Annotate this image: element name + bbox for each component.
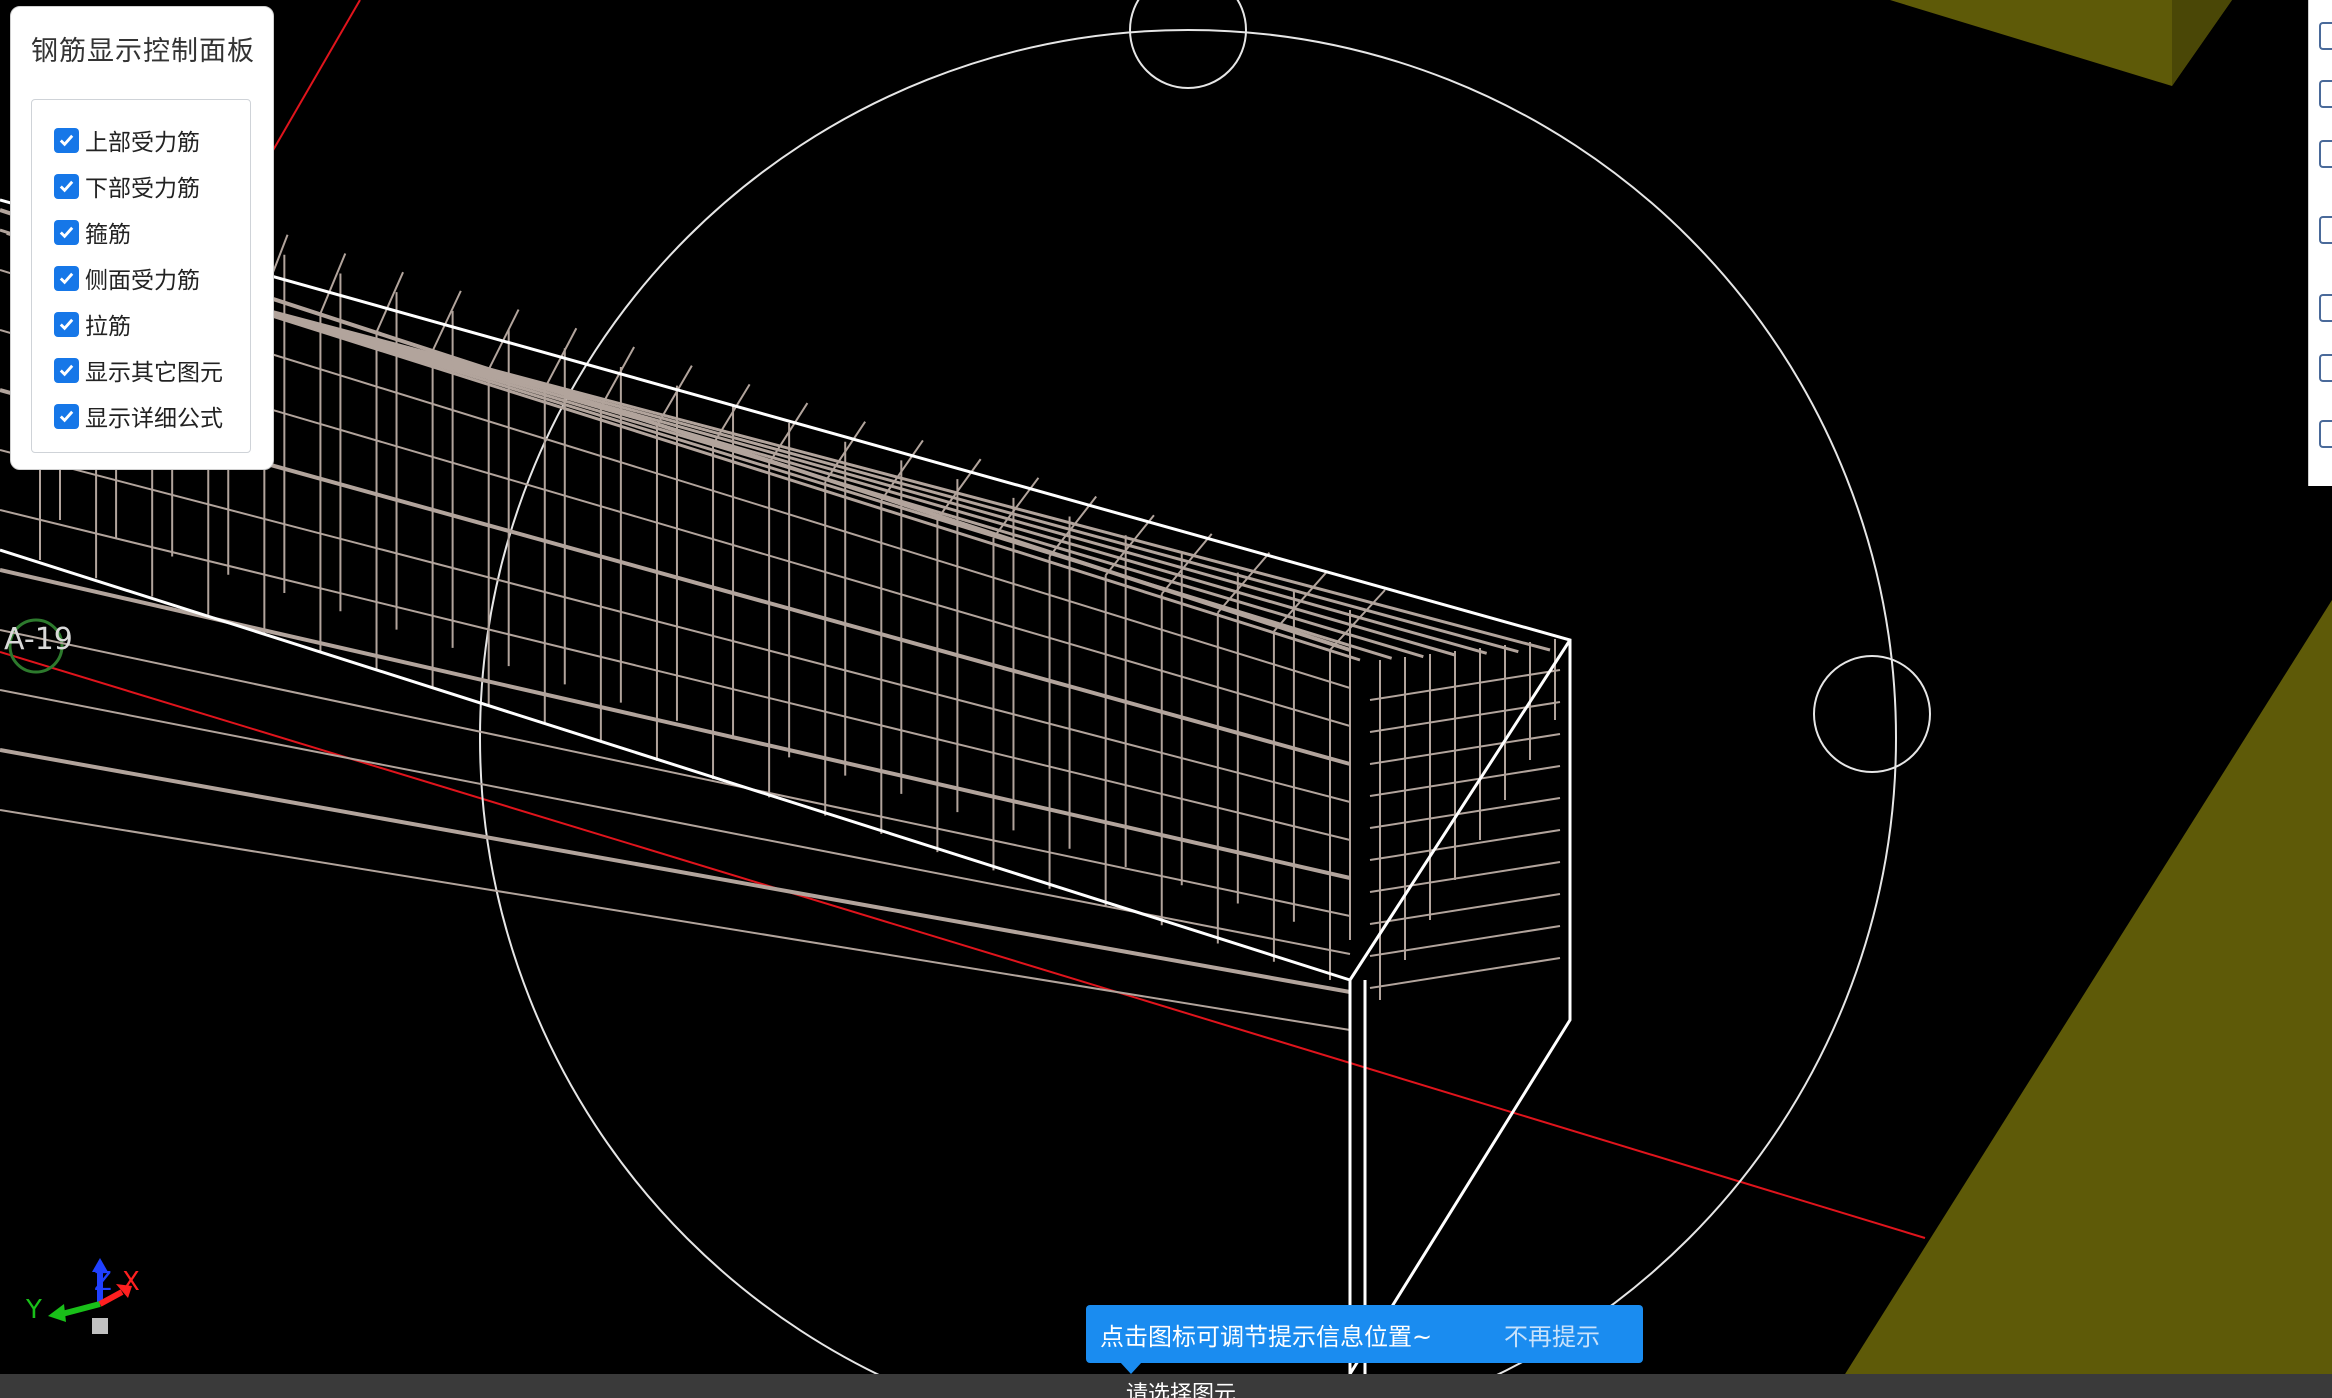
axis-x-label: X: [122, 1267, 140, 1297]
checkbox-checked-icon[interactable]: [54, 357, 79, 383]
panel-title: 钢筋显示控制面板: [31, 36, 255, 67]
column-circle-large: [479, 29, 1897, 1398]
checkbox-show-detailed-formula[interactable]: 显示详细公式: [54, 396, 223, 436]
view-tool-icon[interactable]: [2319, 80, 2332, 108]
checkbox-stirrup[interactable]: 箍筋: [54, 212, 131, 252]
checkbox-checked-icon[interactable]: [54, 173, 79, 199]
hint-tooltip[interactable]: 点击图标可调节提示信息位置~ 不再提示: [1086, 1305, 1643, 1374]
view-tool-icon[interactable]: [2319, 140, 2332, 168]
view-tool-icon[interactable]: [2319, 22, 2332, 50]
axis-gizmo: Z Y X: [25, 1258, 140, 1334]
checkbox-label: 显示其它图元: [85, 360, 223, 386]
checkbox-top-rebar[interactable]: 上部受力筋: [54, 120, 200, 160]
hint-arrow: [1120, 1362, 1142, 1374]
view-tool-icon[interactable]: [2319, 216, 2332, 244]
axis-y-label: Y: [25, 1295, 42, 1325]
checkbox-checked-icon[interactable]: [54, 403, 79, 429]
checkbox-label: 拉筋: [85, 314, 131, 340]
view-tool-icon[interactable]: [2319, 420, 2332, 448]
dont-show-again-link[interactable]: 不再提示: [1504, 1317, 1600, 1352]
checkbox-label: 显示详细公式: [85, 406, 223, 432]
checkbox-group: 上部受力筋 下部受力筋 箍筋 侧面受力筋 拉筋 显示其它图元 显示详细公式: [31, 99, 251, 453]
checkbox-checked-icon[interactable]: [54, 219, 79, 245]
view-tool-icon[interactable]: [2319, 294, 2332, 322]
3d-viewport[interactable]: Z Y X: [0, 0, 2332, 1398]
right-toolbar: [2308, 0, 2332, 486]
slab-bottom-right: [1830, 600, 2332, 1398]
checkbox-show-other-elements[interactable]: 显示其它图元: [54, 350, 223, 390]
column-circle-right: [1813, 655, 1931, 773]
checkbox-bottom-rebar[interactable]: 下部受力筋: [54, 166, 200, 206]
checkbox-label: 箍筋: [85, 222, 131, 248]
rebar-display-control-panel: 钢筋显示控制面板 上部受力筋 下部受力筋 箍筋 侧面受力筋 拉筋 显示其它图元 …: [10, 6, 274, 470]
slab-top-right-side: [2172, 0, 2232, 86]
view-tool-icon[interactable]: [2319, 354, 2332, 382]
checkbox-checked-icon[interactable]: [54, 127, 79, 153]
checkbox-label: 下部受力筋: [85, 176, 200, 202]
checkbox-checked-icon[interactable]: [54, 311, 79, 337]
grid-label: A-19: [4, 622, 73, 657]
column-circle-top: [1129, 0, 1247, 89]
checkbox-checked-icon[interactable]: [54, 265, 79, 291]
status-text: 请选择图元: [1126, 1382, 1237, 1398]
hint-text: 点击图标可调节提示信息位置~: [1100, 1322, 1433, 1351]
checkbox-tie-bar[interactable]: 拉筋: [54, 304, 131, 344]
axis-line-red: [0, 651, 1926, 1239]
axis-z-label: Z: [94, 1267, 112, 1297]
checkbox-label: 上部受力筋: [85, 130, 200, 156]
checkbox-label: 侧面受力筋: [85, 268, 200, 294]
checkbox-side-rebar[interactable]: 侧面受力筋: [54, 258, 200, 298]
